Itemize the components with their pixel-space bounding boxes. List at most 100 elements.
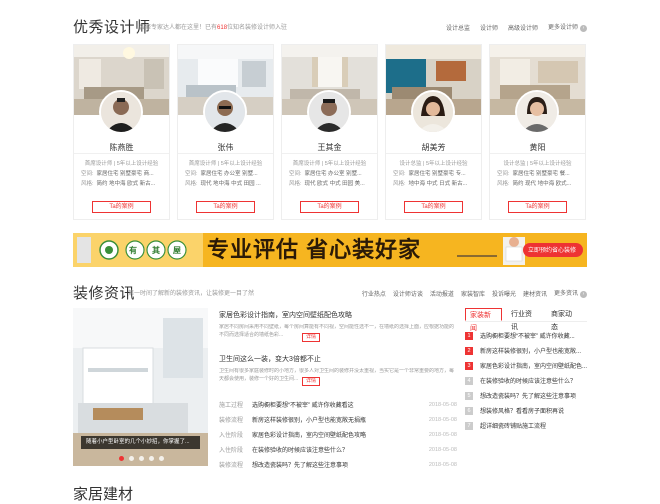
nav-designer[interactable]: 设计师 — [480, 23, 498, 32]
article-title[interactable]: 家居色彩设计指南，室内空间壁纸配色攻略 — [219, 310, 457, 320]
ranked-title[interactable]: 想改造瓷装吗？先了解这些注意事项 — [480, 391, 576, 400]
designer-card[interactable]: 王其金 首席设计师 | 5年以上设计经验 空间: 家居住宅 办公室 别墅... 风… — [281, 44, 378, 220]
list-item[interactable]: 2 新房这样装修很别，小户型也能宽敞... — [465, 343, 587, 358]
cases-button[interactable]: Ta的案例 — [196, 201, 255, 213]
news-section-title: 装修资讯 — [73, 285, 136, 302]
nav-designer-interview[interactable]: 设计师访谈 — [393, 289, 423, 298]
rank-badge: 1 — [465, 331, 473, 340]
ranked-news-list: 1 选购橱柜要想“不被宰” 威许你收藏... 2 新房这样装修很别，小户型也能宽敞.… — [465, 328, 587, 433]
featured-article[interactable]: 家居色彩设计指南，室内空间壁纸配色攻略 家居不同房间采用不同壁纸，每个房间算能有… — [219, 310, 457, 346]
ranked-title[interactable]: 家居色彩设计指南，室内空间壁纸配色... — [480, 361, 587, 370]
list-item[interactable]: 1 选购橱柜要想“不被宰” 威许你收藏... — [465, 328, 587, 343]
news-category: 入住阶段 — [219, 448, 244, 454]
space-value: 家居住宅 办公室 别墅... — [200, 171, 258, 177]
detail-link[interactable]: 详情 — [302, 377, 321, 386]
space-label: 空间: — [393, 171, 406, 177]
style-value: 简约 地中海 欧式 新古... — [96, 181, 156, 187]
slide-caption[interactable]: 随着小户型卧室的几个小妙招，你掌握了... — [81, 436, 200, 449]
nav-more-news[interactable]: 更多资讯 › — [554, 288, 587, 298]
news-date: 2018-05-08 — [428, 416, 457, 423]
slide-dot[interactable] — [129, 456, 134, 461]
ranked-title[interactable]: 在装修验收的时候应该注意些什么？ — [480, 376, 576, 385]
style-label: 风格: — [393, 181, 406, 187]
detail-link[interactable]: 详情 — [302, 333, 321, 342]
brand-char: 屋 — [173, 246, 181, 255]
slide-dot[interactable] — [139, 456, 144, 461]
designer-avatar[interactable] — [411, 90, 455, 134]
news-title[interactable]: 家居色彩设计指南，室内空间壁纸配色攻略 — [252, 430, 425, 439]
slide-dot[interactable] — [119, 456, 124, 461]
more-designers-label: 更多设计师 — [547, 25, 578, 31]
designer-space: 空间: 家居住宅 别墅豪宅 商... — [81, 169, 166, 177]
list-item[interactable]: 入住阶段 在装修验收的时候应该注意些什么？ 2018-05-08 — [219, 442, 457, 457]
designer-cards: 陈燕胜 首席设计师 | 5年以上设计经验 空间: 家居住宅 别墅豪宅 商... 风… — [73, 44, 587, 220]
nav-complaints[interactable]: 投诉曝光 — [492, 289, 516, 298]
article-title[interactable]: 卫生间这么一装，变大3倍都不止 — [219, 354, 457, 364]
news-slideshow[interactable]: 随着小户型卧室的几个小妙招，你掌握了... — [73, 308, 208, 466]
chevron-right-icon: › — [580, 291, 587, 298]
list-item[interactable]: 装修流程 新房这样装修很别，小户型也能宽敞无捐瓶 2018-05-08 — [219, 412, 457, 427]
designer-level: 首席设计师 | 5年以上设计经验 — [84, 161, 159, 167]
space-label: 空间: — [81, 171, 94, 177]
banner-cta-button[interactable]: 立即预约省心装修 — [528, 245, 576, 254]
news-title[interactable]: 在装修验收的时候应该注意些什么？ — [252, 445, 425, 454]
news-title[interactable]: 选购橱柜要想“不被宰” 威许你收藏看这 — [252, 400, 425, 409]
list-item[interactable]: 入住阶段 家居色彩设计指南，室内空间壁纸配色攻略 2018-05-08 — [219, 427, 457, 442]
rank-badge: 5 — [465, 391, 473, 400]
designer-avatar[interactable] — [203, 90, 247, 134]
news-category: 装修流程 — [219, 463, 244, 469]
list-item[interactable]: 5 想改造瓷装吗？先了解这些注意事项 — [465, 388, 587, 403]
news-title[interactable]: 想改造瓷装吗？先了解这些注意事项 — [252, 460, 425, 469]
slide-dot[interactable] — [149, 456, 154, 461]
style-label: 风格: — [289, 181, 302, 187]
news-section-header: 装修资讯 第一时间了解新的装修资讯，让装修更一目了然 行业热点 设计师访谈 活动… — [73, 282, 587, 306]
slide-dot[interactable] — [159, 456, 164, 461]
cases-button[interactable]: Ta的案例 — [92, 201, 151, 213]
designer-card[interactable]: 胡美芳 设计总监 | 5年以上设计经验 空间: 家居住宅 别墅豪宅 专... 风格… — [385, 44, 482, 220]
nav-design-director[interactable]: 设计总监 — [446, 23, 470, 32]
list-item[interactable]: 4 在装修验收的时候应该注意些什么？ — [465, 373, 587, 388]
tab-home-news[interactable]: 家装新闻 — [465, 308, 502, 332]
promo-banner[interactable]: 有 其 屋 专业评估 省心装好家 立即预约省心装修 — [73, 233, 587, 267]
nav-event-report[interactable]: 活动报道 — [430, 289, 454, 298]
style-value: 简约 现代 地中海 欧式... — [512, 181, 572, 187]
ranked-title[interactable]: 选购橱柜要想“不被宰” 威许你收藏... — [480, 331, 575, 340]
list-item[interactable]: 施工过程 选购橱柜要想“不被宰” 威许你收藏看这 2018-05-08 — [219, 397, 457, 412]
list-item[interactable]: 3 家居色彩设计指南，室内空间壁纸配色... — [465, 358, 587, 373]
designer-name: 胡美芳 — [421, 143, 446, 152]
list-item[interactable]: 装修流程 想改造瓷装吗？先了解这些注意事项 2018-05-08 — [219, 457, 457, 472]
news-tabs: 家装新闻 行业资讯 商家动态 — [465, 308, 587, 332]
tab-merchant-news[interactable]: 商家动态 — [547, 308, 582, 331]
designer-count: 618 — [217, 25, 228, 31]
list-item[interactable]: 7 超详细瓷砖铺贴施工流程 — [465, 418, 587, 433]
cases-button[interactable]: Ta的案例 — [404, 201, 463, 213]
ranked-title[interactable]: 想装修风格？看看房子面积再说 — [480, 406, 564, 415]
ranked-title[interactable]: 新房这样装修很别，小户型也能宽敞... — [480, 346, 581, 355]
nav-industry-hot[interactable]: 行业热点 — [362, 289, 386, 298]
list-item[interactable]: 6 想装修风格？看看房子面积再说 — [465, 403, 587, 418]
rank-badge: 2 — [465, 346, 473, 355]
ranked-title[interactable]: 超详细瓷砖铺贴施工流程 — [480, 421, 546, 430]
nav-senior-designer[interactable]: 高级设计师 — [508, 23, 538, 32]
designer-avatar[interactable] — [99, 90, 143, 134]
designer-card[interactable]: 黄阳 设计总监 | 5年以上设计经验 空间: 家居住宅 别墅豪宅 餐... 风格:… — [489, 44, 586, 220]
nav-more-designers[interactable]: 更多设计师 › — [548, 22, 587, 32]
subtitle-suffix: 位知名装修设计师入驻 — [227, 25, 288, 31]
space-value: 家居住宅 别墅豪宅 专... — [408, 171, 466, 177]
tab-industry-news[interactable]: 行业资讯 — [507, 308, 542, 331]
cases-button[interactable]: Ta的案例 — [300, 201, 359, 213]
news-title[interactable]: 新房这样装修很别，小户型也能宽敞无捐瓶 — [252, 415, 425, 424]
cases-button[interactable]: Ta的案例 — [508, 201, 567, 213]
nav-decor-knowledge[interactable]: 家装智库 — [461, 289, 485, 298]
designer-avatar[interactable] — [515, 90, 559, 134]
designer-card[interactable]: 张伟 首席设计师 | 5年以上设计经验 空间: 家居住宅 办公室 别墅... 风格… — [177, 44, 274, 220]
designer-avatar[interactable] — [307, 90, 351, 134]
nav-material-news[interactable]: 建材资讯 — [523, 289, 547, 298]
divider — [74, 153, 169, 154]
news-date: 2018-05-08 — [428, 431, 457, 438]
summary-text: 卫生间有很多家庭装修时的小地方，很多人对卫生间的装修并没太重视，当实它是一个非常… — [219, 368, 455, 382]
space-value: 家居住宅 别墅豪宅 餐... — [512, 171, 570, 177]
designer-name: 黄阳 — [529, 143, 546, 152]
designer-card[interactable]: 陈燕胜 首席设计师 | 5年以上设计经验 空间: 家居住宅 别墅豪宅 商... 风… — [73, 44, 170, 220]
featured-article[interactable]: 卫生间这么一装，变大3倍都不止 卫生间有很多家庭装修时的小地方，很多人对卫生间的… — [219, 354, 457, 390]
